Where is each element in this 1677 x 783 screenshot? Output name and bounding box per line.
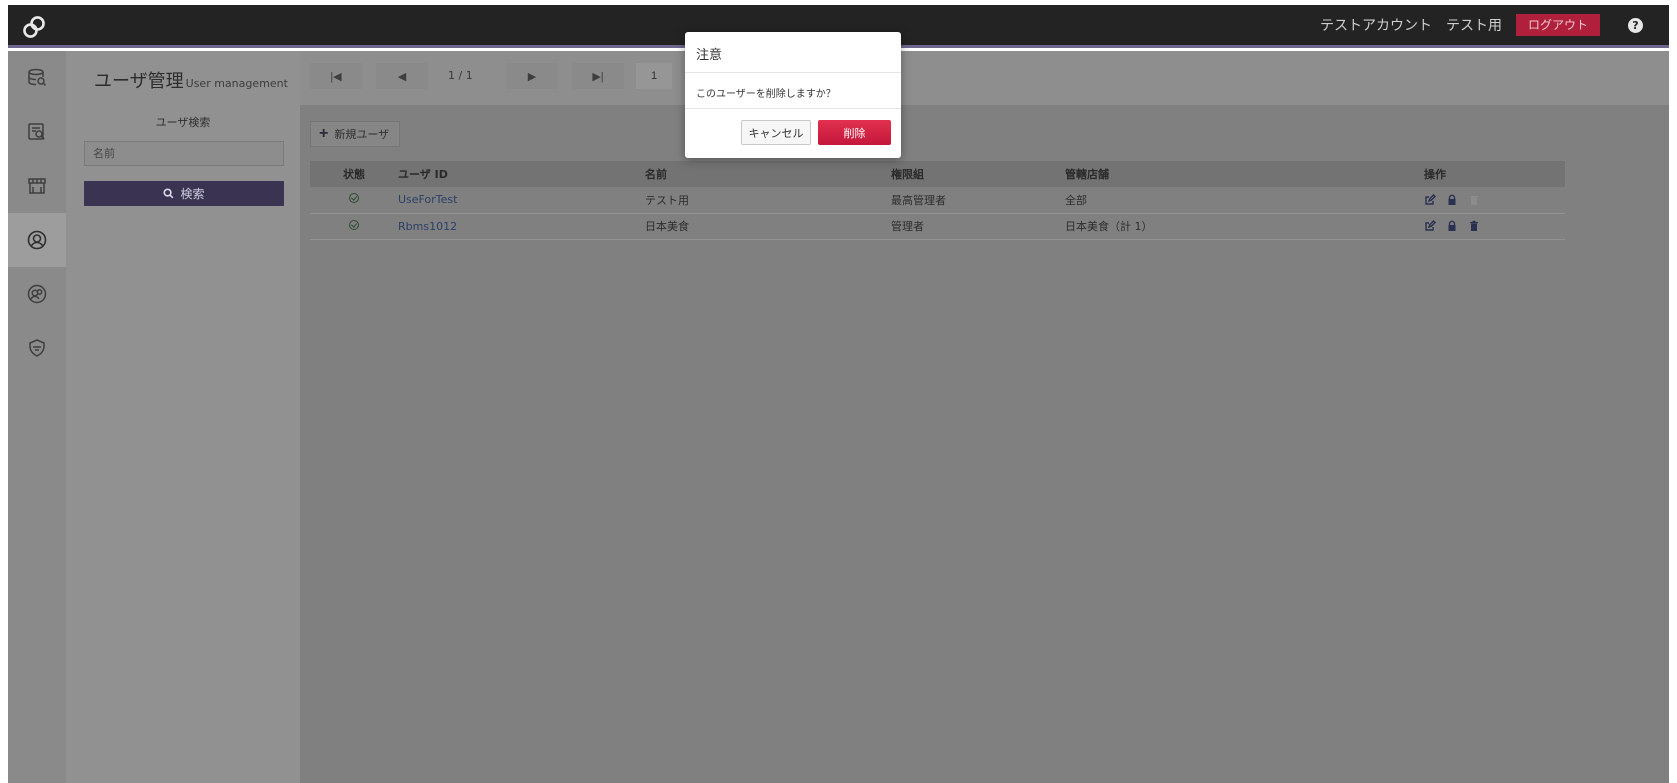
col-user-id: ユーザ ID: [398, 161, 645, 187]
pagination-bar: |◀ ◀ 1 / 1 ▶ ▶|: [300, 51, 1669, 105]
col-state: 状態: [310, 161, 398, 187]
page-title-en: User management: [185, 77, 288, 90]
search-section-label: ユーザ検索: [155, 116, 211, 129]
shield-icon: [29, 339, 45, 357]
ops-cell: [1424, 213, 1565, 240]
cancel-button[interactable]: キャンセル: [741, 120, 811, 145]
rail-item-store[interactable]: [8, 159, 66, 213]
prev-page-button[interactable]: ◀: [376, 63, 428, 89]
name-search-input[interactable]: [84, 141, 284, 166]
edit-icon[interactable]: [1424, 193, 1436, 206]
search-button-label: 検索: [180, 187, 205, 201]
help-icon[interactable]: ?: [1628, 17, 1643, 33]
table-row: UseForTest テスト用 最高管理者 全部: [310, 187, 1565, 214]
col-ops: 操作: [1424, 161, 1565, 187]
ops-cell: [1424, 187, 1565, 214]
name-cell: テスト用: [645, 187, 891, 214]
search-button[interactable]: 検索: [84, 181, 284, 206]
user-id-cell: UseForTest: [398, 187, 645, 214]
nav-rail: [8, 51, 66, 783]
dialog-message: このユーザーを削除しますか？: [685, 73, 901, 109]
edit-icon[interactable]: [1424, 220, 1436, 232]
new-user-button[interactable]: + 新規ユーザ: [310, 121, 401, 147]
page-info: 1 / 1: [448, 69, 473, 82]
store-icon: [28, 178, 46, 194]
new-user-label: 新規ユーザ: [334, 129, 390, 141]
rail-item-groups[interactable]: [8, 267, 66, 321]
lock-icon[interactable]: [1446, 194, 1458, 206]
rail-item-database[interactable]: [8, 51, 66, 105]
users-table: 状態 ユーザ ID 名前 権限組 管轄店舗 操作 UseForTest テスト用…: [310, 161, 1565, 240]
lock-icon[interactable]: [1446, 220, 1458, 232]
plus-icon: +: [319, 125, 329, 142]
dialog-title: 注意: [685, 32, 901, 73]
status-cell: [310, 187, 398, 214]
top-bar-user-area: テストアカウント テスト用 ログアウト ?: [1320, 5, 1669, 45]
app-window: テストアカウント テスト用 ログアウト ? ユーザ管理 User managem…: [8, 5, 1669, 783]
status-cell: [310, 213, 398, 240]
status-active-icon: [349, 219, 359, 230]
name-cell: 日本美食: [645, 213, 891, 240]
trash-icon[interactable]: [1468, 220, 1480, 232]
report-search-icon: [28, 123, 45, 140]
user-circle-icon: [27, 230, 47, 250]
role-cell: 最高管理者: [891, 187, 1065, 214]
store-cell: 全部: [1065, 187, 1424, 214]
col-role: 権限組: [891, 161, 1065, 187]
role-cell: 管理者: [891, 213, 1065, 240]
database-search-icon: [28, 68, 47, 87]
rail-item-users[interactable]: [8, 213, 66, 267]
delete-confirm-dialog: 注意 このユーザーを削除しますか？ キャンセル 削除: [685, 32, 901, 158]
store-cell: 日本美食（計 1）: [1065, 213, 1424, 240]
user-name: テスト用: [1445, 18, 1502, 34]
search-panel: ユーザ管理User management ユーザ検索 検索: [66, 51, 300, 783]
dialog-footer: キャンセル 削除: [685, 109, 901, 157]
page-title-ja: ユーザ管理: [94, 71, 184, 92]
account-name: テストアカウント: [1319, 18, 1432, 34]
trash-icon-disabled: [1468, 194, 1480, 206]
user-group-icon: [27, 284, 47, 304]
rail-item-security[interactable]: [8, 321, 66, 375]
page-number-input[interactable]: [636, 63, 672, 89]
next-page-button[interactable]: ▶: [506, 63, 558, 89]
table-row: Rbms1012 日本美食 管理者 日本美食（計 1）: [310, 213, 1565, 240]
delete-button[interactable]: 削除: [818, 120, 891, 145]
user-id-link[interactable]: Rbms1012: [398, 220, 457, 233]
app-logo-icon[interactable]: [20, 13, 48, 41]
table-header-row: 状態 ユーザ ID 名前 権限組 管轄店舗 操作: [310, 161, 1565, 187]
rail-item-report[interactable]: [8, 105, 66, 159]
user-id-cell: Rbms1012: [398, 213, 645, 240]
main-content: |◀ ◀ 1 / 1 ▶ ▶| + 新規ユーザ 状態 ユーザ ID 名前 権限組…: [300, 51, 1669, 783]
col-store: 管轄店舗: [1065, 161, 1424, 187]
col-name: 名前: [645, 161, 891, 187]
page-title: ユーザ管理 User management: [94, 67, 288, 93]
user-id-link[interactable]: UseForTest: [398, 193, 457, 206]
logout-button[interactable]: ログアウト: [1515, 14, 1600, 36]
search-icon: [163, 188, 174, 199]
last-page-button[interactable]: ▶|: [572, 63, 624, 89]
first-page-button[interactable]: |◀: [310, 63, 362, 89]
status-active-icon: [349, 193, 359, 204]
